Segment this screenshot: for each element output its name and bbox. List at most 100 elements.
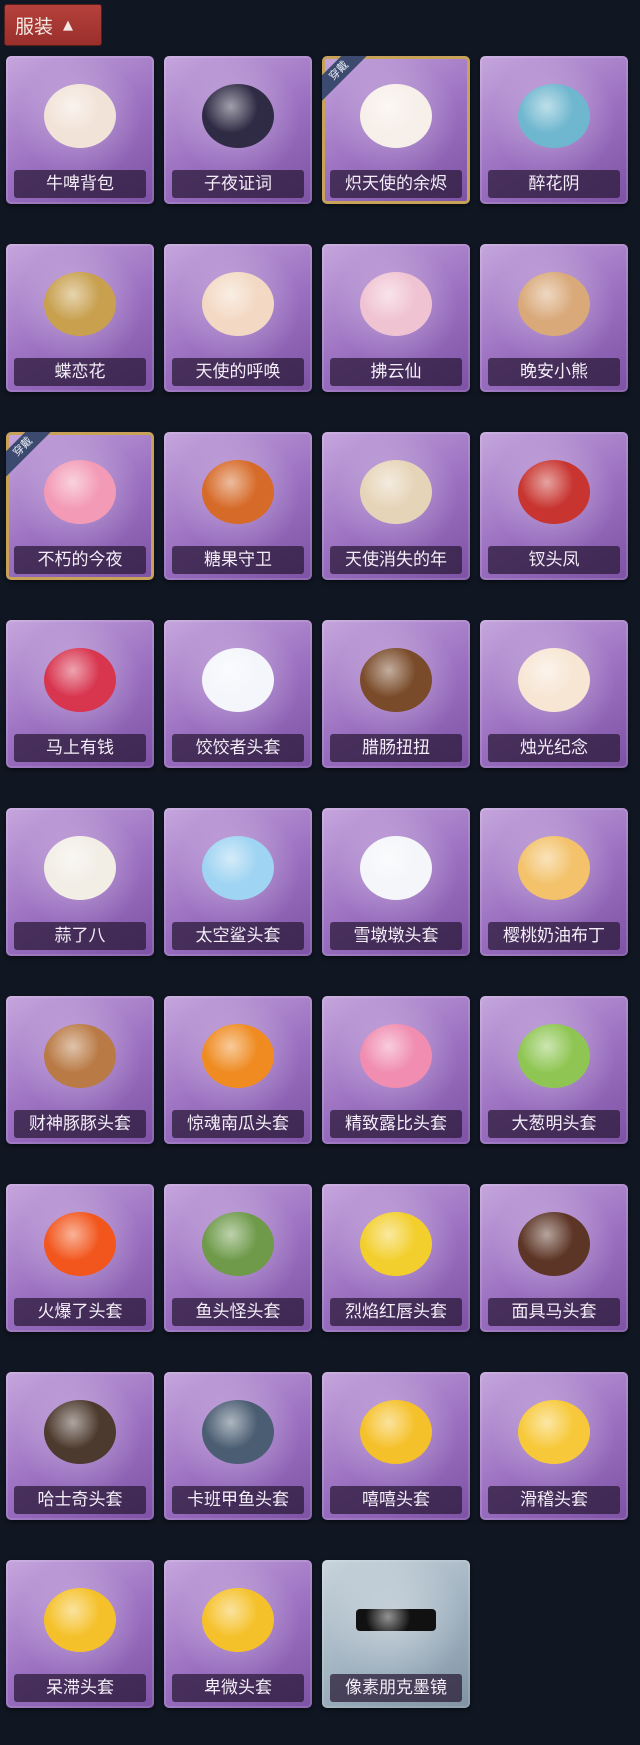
costume-label: 哈士奇头套 (14, 1486, 146, 1514)
butterfly-bell-icon (38, 262, 122, 346)
costume-card[interactable]: 晚安小熊 (480, 244, 628, 392)
costume-card[interactable]: 子夜证词 (164, 56, 312, 204)
costume-dropdown-button[interactable]: 服装 ▲ (4, 4, 102, 46)
costume-label: 惊魂南瓜头套 (172, 1110, 304, 1138)
costume-label: 鱼头怪头套 (172, 1298, 304, 1326)
red-horse-head-icon (38, 638, 122, 722)
pink-cat-cup-icon (38, 450, 122, 534)
costume-label: 嘻嘻头套 (330, 1486, 462, 1514)
costume-label: 饺饺者头套 (172, 734, 304, 762)
costume-card[interactable]: 太空鲨头套 (164, 808, 312, 956)
costume-card[interactable]: 蝶恋花 (6, 244, 154, 392)
costume-card[interactable]: 拂云仙 (322, 244, 470, 392)
capybara-head-icon (38, 1014, 122, 1098)
dumpling-head-icon (196, 638, 280, 722)
costume-label: 面具马头套 (488, 1298, 620, 1326)
costume-label: 蒜了八 (14, 922, 146, 950)
fish-head-icon (196, 1202, 280, 1286)
costume-label: 樱桃奶油布丁 (488, 922, 620, 950)
costume-label: 拂云仙 (330, 358, 462, 386)
costume-label: 腊肠扭扭 (330, 734, 462, 762)
costume-card[interactable]: 蒜了八 (6, 808, 154, 956)
costume-label: 牛啤背包 (14, 170, 146, 198)
costume-card[interactable]: 樱桃奶油布丁 (480, 808, 628, 956)
costume-label: 晚安小熊 (488, 358, 620, 386)
costume-card[interactable]: 像素朋克墨镜 (322, 1560, 470, 1708)
chevron-up-icon: ▲ (63, 17, 74, 33)
shark-head-icon (196, 826, 280, 910)
costume-label: 烛光纪念 (488, 734, 620, 762)
pumpkin-head-icon (196, 1014, 280, 1098)
costume-card[interactable]: 糖果守卫 (164, 432, 312, 580)
costume-grid: 牛啤背包 子夜证词 穿戴 炽天使的余烬 醉花阴蝶恋花 天使的呼唤 拂云仙 晚安小熊穿戴 不朽的今… (6, 56, 628, 1708)
costume-card[interactable]: 滑稽头套 (480, 1372, 628, 1520)
costume-label: 像素朋克墨镜 (330, 1674, 462, 1702)
costume-label: 太空鲨头套 (172, 922, 304, 950)
pink-beaver-head-icon (354, 1014, 438, 1098)
costume-card[interactable]: 牛啤背包 (6, 56, 154, 204)
pudding-head-icon (512, 826, 596, 910)
smirk-emoji-icon (512, 1390, 596, 1474)
halo-girl-icon (354, 450, 438, 534)
costume-label: 子夜证词 (172, 170, 304, 198)
costume-label: 财神豚豚头套 (14, 1110, 146, 1138)
costume-label: 糖果守卫 (172, 546, 304, 574)
phoenix-crown-icon (512, 450, 596, 534)
costume-card[interactable]: 面具马头套 (480, 1184, 628, 1332)
costume-card[interactable]: 腊肠扭扭 (322, 620, 470, 768)
costume-card[interactable]: 嘻嘻头套 (322, 1372, 470, 1520)
cherub-icon (196, 262, 280, 346)
yellow-mouse-sunglasses-icon (354, 1202, 438, 1286)
costume-label: 卑微头套 (172, 1674, 304, 1702)
costume-card[interactable]: 烈焰红唇头套 (322, 1184, 470, 1332)
costume-card[interactable]: 惊魂南瓜头套 (164, 996, 312, 1144)
costume-card[interactable]: 天使的呼唤 (164, 244, 312, 392)
costume-label: 不朽的今夜 (14, 546, 146, 574)
costume-label: 精致露比头套 (330, 1110, 462, 1138)
costume-label: 马上有钱 (14, 734, 146, 762)
costume-card[interactable]: 大葱明头套 (480, 996, 628, 1144)
costume-card[interactable]: 醉花阴 (480, 56, 628, 204)
flower-lantern-icon (512, 74, 596, 158)
garlic-head-icon (38, 826, 122, 910)
pixel-sunglasses-icon (354, 1578, 438, 1662)
costume-card[interactable]: 精致露比头套 (322, 996, 470, 1144)
costume-card[interactable]: 鱼头怪头套 (164, 1184, 312, 1332)
costume-card[interactable]: 烛光纪念 (480, 620, 628, 768)
pumpkin-scarecrow-icon (196, 450, 280, 534)
costume-card[interactable]: 呆滞头套 (6, 1560, 154, 1708)
costume-card[interactable]: 雪墩墩头套 (322, 808, 470, 956)
fire-head-icon (38, 1202, 122, 1286)
costume-card[interactable]: 穿戴 炽天使的余烬 (322, 56, 470, 204)
costume-label: 滑稽头套 (488, 1486, 620, 1514)
costume-card[interactable]: 钗头凤 (480, 432, 628, 580)
costume-label: 醉花阴 (488, 170, 620, 198)
costume-label: 烈焰红唇头套 (330, 1298, 462, 1326)
costume-card[interactable]: 天使消失的年 (322, 432, 470, 580)
costume-label: 卡班甲鱼头套 (172, 1486, 304, 1514)
costume-label: 呆滞头套 (14, 1674, 146, 1702)
costume-card[interactable]: 卡班甲鱼头套 (164, 1372, 312, 1520)
costume-dropdown-label: 服装 (15, 15, 54, 38)
costume-card[interactable]: 哈士奇头套 (6, 1372, 154, 1520)
costume-card[interactable]: 饺饺者头套 (164, 620, 312, 768)
cow-beer-backpack-icon (38, 74, 122, 158)
costume-card[interactable]: 马上有钱 (6, 620, 154, 768)
pleading-emoji-icon (196, 1578, 280, 1662)
costume-label: 天使的呼唤 (172, 358, 304, 386)
costume-label: 蝶恋花 (14, 358, 146, 386)
costume-label: 钗头凤 (488, 546, 620, 574)
costume-label: 炽天使的余烬 (330, 170, 462, 198)
costume-card[interactable]: 火爆了头套 (6, 1184, 154, 1332)
costume-card[interactable]: 穿戴 不朽的今夜 (6, 432, 154, 580)
horse-head-mask-icon (512, 1202, 596, 1286)
costume-label: 火爆了头套 (14, 1298, 146, 1326)
angel-girl-icon (354, 74, 438, 158)
costume-card[interactable]: 卑微头套 (164, 1560, 312, 1708)
dachshund-head-icon (354, 638, 438, 722)
teddy-bear-icon (512, 262, 596, 346)
plague-doctor-icon (196, 74, 280, 158)
dazed-emoji-icon (38, 1578, 122, 1662)
costume-card[interactable]: 财神豚豚头套 (6, 996, 154, 1144)
scallion-head-icon (512, 1014, 596, 1098)
